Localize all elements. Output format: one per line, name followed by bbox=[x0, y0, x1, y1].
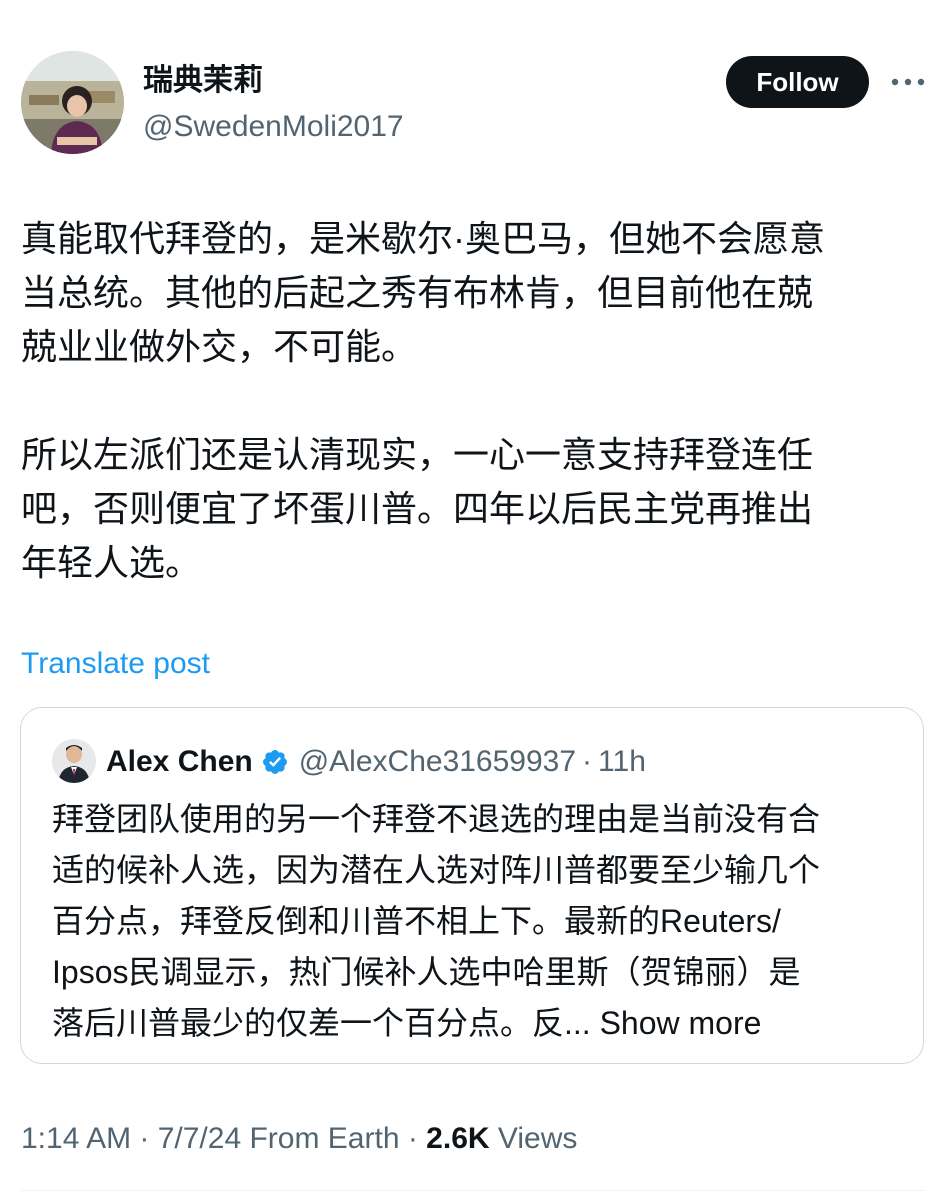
more-options-button[interactable] bbox=[888, 64, 928, 100]
quoted-author-handle[interactable]: @AlexChe31659937 bbox=[299, 745, 576, 779]
translate-post-link[interactable]: Translate post bbox=[21, 645, 210, 683]
verified-badge-icon bbox=[261, 748, 289, 776]
author-display-name[interactable]: 瑞典茉莉 bbox=[143, 62, 263, 100]
views-label: Views bbox=[489, 1122, 578, 1155]
ellipsis-icon bbox=[891, 78, 925, 86]
separator-dot: · bbox=[582, 745, 593, 778]
post-text: 真能取代拜登的，是米歇尔·奥巴马，但她不会愿意 当总统。其他的后起之秀有布林肯，… bbox=[21, 218, 825, 583]
views-count: 2.6K bbox=[426, 1122, 490, 1155]
quoted-post-card[interactable]: Alex Chen @AlexChe31659937 · 11h 拜登团队使用的… bbox=[20, 707, 924, 1064]
quoted-post-header: Alex Chen @AlexChe31659937 · 11h bbox=[106, 742, 646, 782]
author-avatar[interactable] bbox=[21, 51, 124, 154]
show-more-link[interactable]: Show more bbox=[591, 1005, 762, 1041]
post-timestamp[interactable]: 1:14 AM · 7/7/24 From Earth · bbox=[21, 1122, 426, 1155]
quoted-post-time[interactable]: 11h bbox=[598, 745, 646, 779]
quoted-post-text: 拜登团队使用的另一个拜登不退选的理由是当前没有合 适的候补人选，因为潜在人选对阵… bbox=[52, 794, 902, 1049]
quoted-profile-photo-icon bbox=[52, 739, 96, 783]
author-handle[interactable]: @SwedenMoli2017 bbox=[143, 108, 404, 146]
post-header: 瑞典茉莉 @SwedenMoli2017 Follow bbox=[0, 0, 946, 170]
post-meta: 1:14 AM · 7/7/24 From Earth · 2.6K Views bbox=[21, 1119, 577, 1159]
profile-photo-icon bbox=[21, 51, 124, 154]
follow-button[interactable]: Follow bbox=[726, 56, 869, 108]
divider bbox=[21, 1190, 925, 1191]
quoted-author-avatar[interactable] bbox=[52, 739, 96, 783]
quoted-author-name[interactable]: Alex Chen bbox=[106, 745, 253, 779]
